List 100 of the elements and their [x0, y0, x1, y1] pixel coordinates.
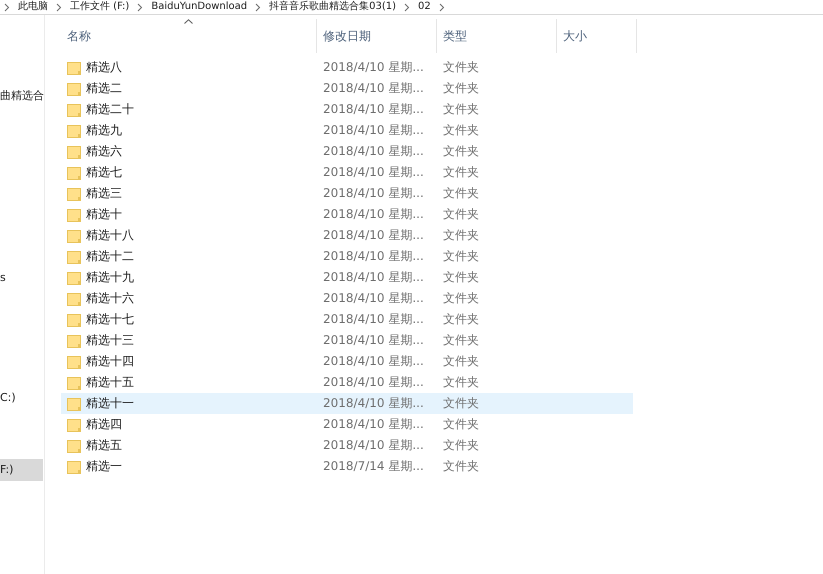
chevron-icon [404, 2, 410, 12]
chevron-icon [137, 2, 144, 12]
file-row[interactable]: 精选八 2018/4/10 星期... 文件夹 [61, 57, 633, 78]
column-header[interactable]: 大小 [557, 19, 637, 53]
file-name: 精选一 [86, 458, 122, 475]
file-type: 文件夹 [442, 332, 480, 349]
file-row[interactable]: 精选十 2018/4/10 星期... 文件夹 [61, 204, 633, 225]
sidebar-item[interactable]: s [0, 267, 43, 289]
file-name: 精选十八 [86, 227, 134, 244]
sidebar-item[interactable]: F:) [0, 459, 43, 481]
sidebar-item[interactable]: 曲精选合 [0, 85, 43, 107]
modified-date: 2018/4/10 星期... [322, 248, 425, 265]
folder-icon [67, 334, 81, 348]
folder-icon [67, 144, 81, 158]
modified-date: 2018/4/10 星期... [322, 227, 425, 244]
file-name: 精选七 [86, 164, 122, 181]
file-row[interactable]: 精选十六 2018/4/10 星期... 文件夹 [61, 288, 633, 309]
chevron-icon [255, 2, 262, 12]
modified-date: 2018/4/10 星期... [322, 101, 425, 118]
sidebar-item[interactable]: C:) [0, 387, 43, 409]
folder-icon [67, 354, 81, 368]
file-type: 文件夹 [442, 311, 480, 328]
breadcrumb-item[interactable]: 工作文件 (F:) [70, 1, 130, 13]
file-name: 精选三 [86, 185, 122, 202]
file-type: 文件夹 [442, 122, 480, 139]
file-row[interactable]: 精选十九 2018/4/10 星期... 文件夹 [61, 267, 633, 288]
modified-date: 2018/4/10 星期... [322, 416, 425, 433]
file-row[interactable]: 精选十一 2018/4/10 星期... 文件夹 [61, 393, 633, 414]
file-type: 文件夹 [442, 395, 480, 412]
column-header[interactable]: 名称 [61, 19, 317, 53]
file-type: 文件夹 [442, 185, 480, 202]
modified-date: 2018/4/10 星期... [322, 353, 425, 370]
file-type: 文件夹 [442, 206, 480, 223]
folder-icon [67, 166, 81, 180]
modified-date: 2018/4/10 星期... [322, 164, 425, 181]
file-row[interactable]: 精选六 2018/4/10 星期... 文件夹 [61, 141, 633, 162]
modified-date: 2018/4/10 星期... [322, 80, 425, 97]
file-name: 精选四 [86, 416, 122, 433]
file-row[interactable]: 精选五 2018/4/10 星期... 文件夹 [61, 435, 633, 456]
column-header[interactable]: 类型 [437, 19, 557, 53]
file-name: 精选十三 [86, 332, 134, 349]
file-row[interactable]: 精选九 2018/4/10 星期... 文件夹 [61, 120, 633, 141]
file-name: 精选十六 [86, 290, 134, 307]
modified-date: 2018/4/10 星期... [322, 206, 425, 223]
sort-up-icon [184, 19, 192, 24]
file-type: 文件夹 [442, 374, 480, 391]
file-row[interactable]: 精选七 2018/4/10 星期... 文件夹 [61, 162, 633, 183]
file-row[interactable]: 精选一 2018/7/14 星期... 文件夹 [61, 456, 633, 477]
chevron-icon [56, 2, 62, 12]
chevron-icon [438, 2, 445, 12]
file-row[interactable]: 精选二 2018/4/10 星期... 文件夹 [61, 78, 633, 99]
file-name: 精选十 [86, 206, 122, 223]
column-header[interactable]: 修改日期 [317, 19, 437, 53]
file-name: 精选十一 [86, 395, 134, 412]
file-name: 精选二 [86, 80, 122, 97]
modified-date: 2018/4/10 星期... [322, 395, 425, 412]
file-row[interactable]: 精选十五 2018/4/10 星期... 文件夹 [61, 372, 633, 393]
file-type: 文件夹 [442, 353, 480, 370]
file-name: 精选十五 [86, 374, 134, 391]
folder-icon [67, 250, 81, 264]
chevron-icon [4, 2, 10, 12]
modified-date: 2018/7/14 星期... [322, 458, 425, 475]
file-name: 精选十二 [86, 248, 134, 265]
file-row[interactable]: 精选二十 2018/4/10 星期... 文件夹 [61, 99, 633, 120]
modified-date: 2018/4/10 星期... [322, 185, 425, 202]
folder-icon [67, 292, 81, 306]
breadcrumb-item[interactable]: 02 [418, 1, 431, 13]
modified-date: 2018/4/10 星期... [322, 122, 425, 139]
file-type: 文件夹 [442, 80, 480, 97]
file-row[interactable]: 精选十七 2018/4/10 星期... 文件夹 [61, 309, 633, 330]
file-row[interactable]: 精选十四 2018/4/10 星期... 文件夹 [61, 351, 633, 372]
file-name: 精选九 [86, 122, 122, 139]
file-row[interactable]: 精选十三 2018/4/10 星期... 文件夹 [61, 330, 633, 351]
modified-date: 2018/4/10 星期... [322, 59, 425, 76]
file-type: 文件夹 [442, 143, 480, 160]
folder-icon [67, 208, 81, 222]
file-name: 精选二十 [86, 101, 134, 118]
file-name: 精选八 [86, 59, 122, 76]
breadcrumb-item[interactable]: 此电脑 [18, 1, 48, 13]
file-name: 精选十九 [86, 269, 134, 286]
folder-icon [67, 396, 81, 410]
file-row[interactable]: 精选三 2018/4/10 星期... 文件夹 [61, 183, 633, 204]
file-type: 文件夹 [442, 269, 480, 286]
file-type: 文件夹 [442, 164, 480, 181]
file-row[interactable]: 精选四 2018/4/10 星期... 文件夹 [61, 414, 633, 435]
breadcrumb-item[interactable]: BaiduYunDownload [151, 1, 248, 13]
file-row[interactable]: 精选十二 2018/4/10 星期... 文件夹 [61, 246, 633, 267]
file-name: 精选五 [86, 437, 122, 454]
folder-icon [67, 60, 81, 74]
modified-date: 2018/4/10 星期... [322, 290, 425, 307]
folder-icon [67, 270, 81, 284]
file-row[interactable]: 精选十八 2018/4/10 星期... 文件夹 [61, 225, 633, 246]
modified-date: 2018/4/10 星期... [322, 332, 425, 349]
folder-icon [67, 82, 81, 96]
breadcrumb-item[interactable]: 抖音音乐歌曲精选合集03(1) [269, 1, 396, 13]
file-type: 文件夹 [442, 227, 480, 244]
folder-icon [67, 228, 81, 242]
folder-icon [67, 460, 81, 474]
folder-icon [67, 124, 81, 138]
folder-icon [67, 376, 81, 390]
